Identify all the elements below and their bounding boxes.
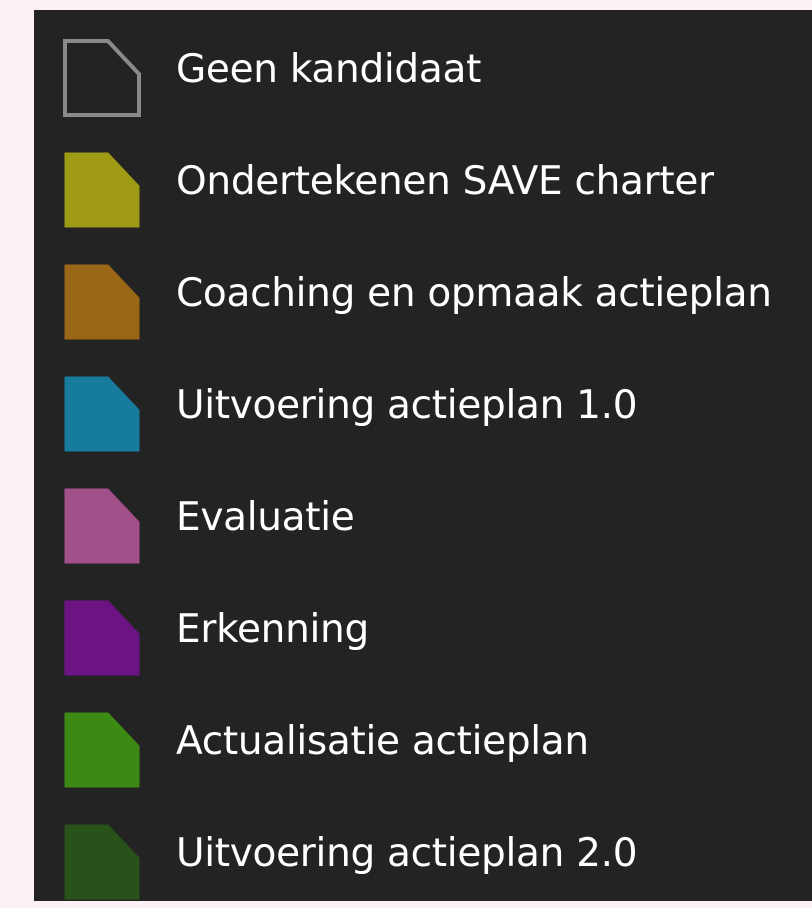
swatch-icon — [62, 710, 142, 790]
swatch-icon — [62, 374, 142, 454]
legend-item-actualisatie-actieplan: Actualisatie actieplan — [34, 696, 812, 796]
swatch-svg — [64, 152, 140, 228]
swatch-svg — [64, 488, 140, 564]
legend-item-coaching-en-opmaak-actieplan: Coaching en opmaak actieplan — [34, 248, 812, 348]
legend-label: Geen kandidaat — [176, 47, 482, 92]
swatch-shape — [64, 824, 140, 900]
legend-label: Erkenning — [176, 607, 369, 652]
legend-item-uitvoering-actieplan-2: Uitvoering actieplan 2.0 — [34, 808, 812, 908]
legend-label: Coaching en opmaak actieplan — [176, 271, 772, 316]
swatch-svg — [64, 600, 140, 676]
shape-outline-svg — [63, 39, 141, 117]
swatch-shape — [64, 376, 140, 452]
legend-label: Uitvoering actieplan 2.0 — [176, 831, 638, 876]
legend-label: Ondertekenen SAVE charter — [176, 159, 714, 204]
swatch-icon — [62, 262, 142, 342]
swatch-icon — [62, 822, 142, 902]
legend-item-evaluatie: Evaluatie — [34, 472, 812, 572]
swatch-icon — [62, 598, 142, 678]
swatch-svg — [64, 712, 140, 788]
legend-label: Evaluatie — [176, 495, 355, 540]
legend-item-uitvoering-actieplan-1: Uitvoering actieplan 1.0 — [34, 360, 812, 460]
swatch-shape — [64, 488, 140, 564]
swatch-shape — [64, 152, 140, 228]
swatch-svg — [64, 824, 140, 900]
swatch-shape — [64, 600, 140, 676]
legend-item-ondertekenen-save-charter: Ondertekenen SAVE charter — [34, 136, 812, 236]
swatch-shape — [64, 264, 140, 340]
legend-item-geen-kandidaat: Geen kandidaat — [34, 24, 812, 124]
legend-label: Uitvoering actieplan 1.0 — [176, 383, 638, 428]
swatch-shape — [64, 712, 140, 788]
swatch-icon — [62, 150, 142, 230]
swatch-svg — [64, 376, 140, 452]
swatch-svg — [64, 264, 140, 340]
legend-panel: Geen kandidaat Ondertekenen SAVE charter… — [34, 10, 812, 901]
legend-label: Actualisatie actieplan — [176, 719, 589, 764]
legend-item-erkenning: Erkenning — [34, 584, 812, 684]
swatch-icon — [62, 486, 142, 566]
outline-shape-icon — [62, 38, 142, 118]
swatch-shape — [63, 39, 141, 117]
